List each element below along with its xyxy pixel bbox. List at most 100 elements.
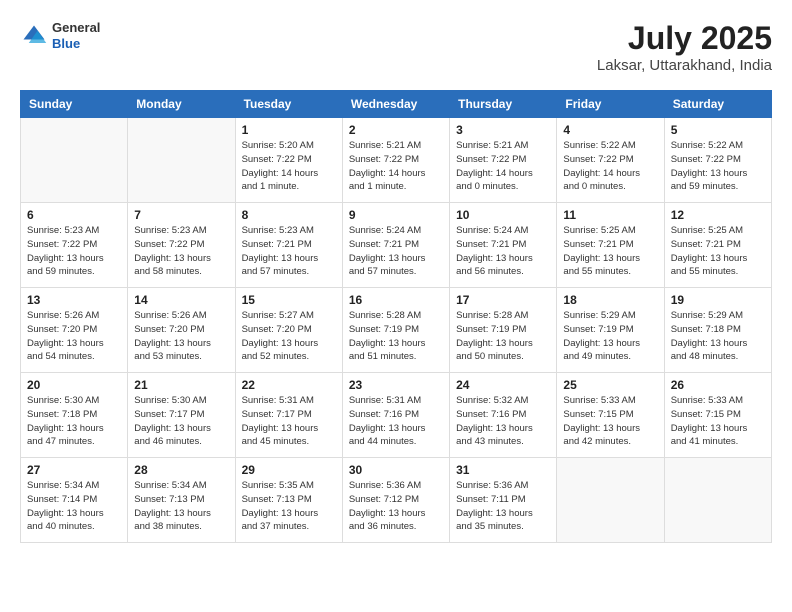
day-detail: Sunrise: 5:32 AMSunset: 7:16 PMDaylight:… — [456, 394, 550, 449]
day-detail: Sunrise: 5:35 AMSunset: 7:13 PMDaylight:… — [242, 479, 336, 534]
calendar-cell: 3 Sunrise: 5:21 AMSunset: 7:22 PMDaylight… — [450, 118, 557, 203]
day-number: 8 — [242, 208, 336, 222]
calendar-cell: 29 Sunrise: 5:35 AMSunset: 7:13 PMDayligh… — [235, 458, 342, 543]
logo-icon — [20, 22, 48, 50]
weekday-header-friday: Friday — [557, 91, 664, 118]
day-detail: Sunrise: 5:20 AMSunset: 7:22 PMDaylight:… — [242, 139, 336, 194]
day-detail: Sunrise: 5:29 AMSunset: 7:19 PMDaylight:… — [563, 309, 657, 364]
day-detail: Sunrise: 5:24 AMSunset: 7:21 PMDaylight:… — [349, 224, 443, 279]
calendar-cell: 23 Sunrise: 5:31 AMSunset: 7:16 PMDayligh… — [342, 373, 449, 458]
calendar-cell: 13 Sunrise: 5:26 AMSunset: 7:20 PMDayligh… — [21, 288, 128, 373]
day-detail: Sunrise: 5:33 AMSunset: 7:15 PMDaylight:… — [563, 394, 657, 449]
calendar-cell — [664, 458, 771, 543]
weekday-header-saturday: Saturday — [664, 91, 771, 118]
day-number: 9 — [349, 208, 443, 222]
calendar-cell: 30Sunrise: 5:36 AMSunset: 7:12 PMDayligh… — [342, 458, 449, 543]
calendar-cell: 5Sunrise: 5:22 AMSunset: 7:22 PMDaylight… — [664, 118, 771, 203]
day-number: 30 — [349, 463, 443, 477]
calendar-cell: 12 Sunrise: 5:25 AMSunset: 7:21 PMDayligh… — [664, 203, 771, 288]
weekday-header-tuesday: Tuesday — [235, 91, 342, 118]
calendar-cell: 10 Sunrise: 5:24 AMSunset: 7:21 PMDayligh… — [450, 203, 557, 288]
day-number: 10 — [456, 208, 550, 222]
day-detail: Sunrise: 5:25 AMSunset: 7:21 PMDaylight:… — [563, 224, 657, 279]
logo-text: General Blue — [52, 20, 100, 51]
week-row-3: 13 Sunrise: 5:26 AMSunset: 7:20 PMDayligh… — [21, 288, 772, 373]
day-number: 6 — [27, 208, 121, 222]
day-detail: Sunrise: 5:26 AMSunset: 7:20 PMDaylight:… — [27, 309, 121, 364]
day-detail: Sunrise: 5:23 AMSunset: 7:21 PMDaylight:… — [242, 224, 336, 279]
calendar-cell: 8 Sunrise: 5:23 AMSunset: 7:21 PMDaylight… — [235, 203, 342, 288]
weekday-header-row: SundayMondayTuesdayWednesdayThursdayFrid… — [21, 91, 772, 118]
day-detail: Sunrise: 5:29 AMSunset: 7:18 PMDaylight:… — [671, 309, 765, 364]
day-number: 19 — [671, 293, 765, 307]
calendar-cell: 7 Sunrise: 5:23 AMSunset: 7:22 PMDaylight… — [128, 203, 235, 288]
calendar-cell: 16Sunrise: 5:28 AMSunset: 7:19 PMDayligh… — [342, 288, 449, 373]
calendar-cell: 4 Sunrise: 5:22 AMSunset: 7:22 PMDaylight… — [557, 118, 664, 203]
day-number: 16 — [349, 293, 443, 307]
day-detail: Sunrise: 5:27 AMSunset: 7:20 PMDaylight:… — [242, 309, 336, 364]
day-detail: Sunrise: 5:30 AMSunset: 7:17 PMDaylight:… — [134, 394, 228, 449]
day-number: 1 — [242, 123, 336, 137]
calendar-cell: 14Sunrise: 5:26 AMSunset: 7:20 PMDayligh… — [128, 288, 235, 373]
calendar-table: SundayMondayTuesdayWednesdayThursdayFrid… — [20, 90, 772, 543]
day-detail: Sunrise: 5:31 AMSunset: 7:17 PMDaylight:… — [242, 394, 336, 449]
week-row-2: 6 Sunrise: 5:23 AMSunset: 7:22 PMDaylight… — [21, 203, 772, 288]
day-number: 13 — [27, 293, 121, 307]
day-detail: Sunrise: 5:34 AMSunset: 7:13 PMDaylight:… — [134, 479, 228, 534]
day-detail: Sunrise: 5:33 AMSunset: 7:15 PMDaylight:… — [671, 394, 765, 449]
day-number: 29 — [242, 463, 336, 477]
calendar-cell: 9 Sunrise: 5:24 AMSunset: 7:21 PMDaylight… — [342, 203, 449, 288]
weekday-header-thursday: Thursday — [450, 91, 557, 118]
calendar-cell: 21Sunrise: 5:30 AMSunset: 7:17 PMDayligh… — [128, 373, 235, 458]
day-detail: Sunrise: 5:31 AMSunset: 7:16 PMDaylight:… — [349, 394, 443, 449]
day-number: 2 — [349, 123, 443, 137]
calendar-cell: 25 Sunrise: 5:33 AMSunset: 7:15 PMDayligh… — [557, 373, 664, 458]
week-row-5: 27Sunrise: 5:34 AMSunset: 7:14 PMDayligh… — [21, 458, 772, 543]
calendar-cell — [128, 118, 235, 203]
day-number: 28 — [134, 463, 228, 477]
weekday-header-wednesday: Wednesday — [342, 91, 449, 118]
day-number: 15 — [242, 293, 336, 307]
day-number: 22 — [242, 378, 336, 392]
title-block: July 2025 Laksar, Uttarakhand, India — [597, 20, 772, 74]
day-number: 4 — [563, 123, 657, 137]
day-detail: Sunrise: 5:21 AMSunset: 7:22 PMDaylight:… — [456, 139, 550, 194]
day-number: 31 — [456, 463, 550, 477]
day-number: 26 — [671, 378, 765, 392]
day-number: 3 — [456, 123, 550, 137]
day-detail: Sunrise: 5:22 AMSunset: 7:22 PMDaylight:… — [563, 139, 657, 194]
calendar-cell: 6 Sunrise: 5:23 AMSunset: 7:22 PMDaylight… — [21, 203, 128, 288]
calendar-cell: 19 Sunrise: 5:29 AMSunset: 7:18 PMDayligh… — [664, 288, 771, 373]
week-row-4: 20Sunrise: 5:30 AMSunset: 7:18 PMDayligh… — [21, 373, 772, 458]
logo: General Blue — [20, 20, 100, 51]
day-detail: Sunrise: 5:30 AMSunset: 7:18 PMDaylight:… — [27, 394, 121, 449]
day-number: 5 — [671, 123, 765, 137]
day-number: 14 — [134, 293, 228, 307]
calendar-cell: 15 Sunrise: 5:27 AMSunset: 7:20 PMDayligh… — [235, 288, 342, 373]
day-detail: Sunrise: 5:24 AMSunset: 7:21 PMDaylight:… — [456, 224, 550, 279]
day-detail: Sunrise: 5:23 AMSunset: 7:22 PMDaylight:… — [27, 224, 121, 279]
calendar-cell: 20Sunrise: 5:30 AMSunset: 7:18 PMDayligh… — [21, 373, 128, 458]
day-number: 23 — [349, 378, 443, 392]
calendar-cell: 26 Sunrise: 5:33 AMSunset: 7:15 PMDayligh… — [664, 373, 771, 458]
week-row-1: 1 Sunrise: 5:20 AMSunset: 7:22 PMDaylight… — [21, 118, 772, 203]
calendar-cell — [557, 458, 664, 543]
calendar-cell: 11Sunrise: 5:25 AMSunset: 7:21 PMDayligh… — [557, 203, 664, 288]
calendar-cell: 24 Sunrise: 5:32 AMSunset: 7:16 PMDayligh… — [450, 373, 557, 458]
day-number: 12 — [671, 208, 765, 222]
location-subtitle: Laksar, Uttarakhand, India — [597, 57, 772, 74]
page-header: General Blue July 2025 Laksar, Uttarakha… — [20, 20, 772, 74]
day-number: 25 — [563, 378, 657, 392]
logo-general-text: General — [52, 20, 100, 36]
calendar-cell — [21, 118, 128, 203]
day-number: 7 — [134, 208, 228, 222]
day-number: 18 — [563, 293, 657, 307]
calendar-cell: 18 Sunrise: 5:29 AMSunset: 7:19 PMDayligh… — [557, 288, 664, 373]
calendar-cell: 22 Sunrise: 5:31 AMSunset: 7:17 PMDayligh… — [235, 373, 342, 458]
day-number: 27 — [27, 463, 121, 477]
weekday-header-monday: Monday — [128, 91, 235, 118]
day-detail: Sunrise: 5:25 AMSunset: 7:21 PMDaylight:… — [671, 224, 765, 279]
day-number: 24 — [456, 378, 550, 392]
day-detail: Sunrise: 5:23 AMSunset: 7:22 PMDaylight:… — [134, 224, 228, 279]
calendar-cell: 2Sunrise: 5:21 AMSunset: 7:22 PMDaylight… — [342, 118, 449, 203]
